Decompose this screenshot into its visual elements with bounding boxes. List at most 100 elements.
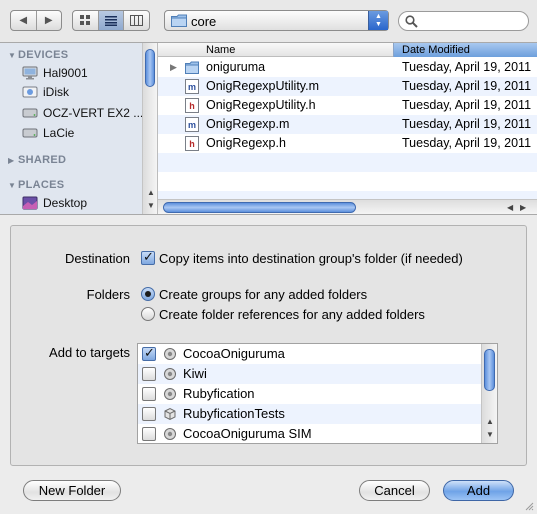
resize-grip-icon[interactable] [524,501,534,511]
scroll-down-icon[interactable]: ▼ [486,430,494,439]
cancel-button[interactable]: Cancel [359,480,430,501]
target-checkbox[interactable] [142,407,156,421]
forward-arrow-icon: ▶ [44,15,53,26]
target-row[interactable]: RubyficationTests [138,404,482,424]
column-view-button[interactable] [123,11,149,30]
sidebar-item-hal9001[interactable]: Hal9001 [22,64,142,82]
computer-icon [22,66,38,80]
forward-button[interactable]: ▶ [35,11,62,30]
header-file-icon: h [185,98,199,113]
target-checkbox[interactable]: ✓ [142,345,156,361]
sidebar-item-ocz-vertex2[interactable]: OCZ-VERT EX2 ... [22,104,143,122]
sidebar-section-devices[interactable]: ▼ DEVICES [8,49,68,61]
column-header-name[interactable]: Name [206,43,235,57]
target-row[interactable]: ✓ CocoaOniguruma [138,344,482,364]
disclosure-closed-icon[interactable]: ▶ [170,62,177,73]
path-popup[interactable]: core ▲ ▼ [164,10,389,31]
harddisk-icon [22,128,38,138]
copy-items-label[interactable]: Copy items into destination group's fold… [159,251,463,266]
checkmark-icon: ✓ [144,345,155,360]
disclosure-open-icon: ▼ [8,51,17,60]
search-field[interactable] [398,11,529,31]
empty-row [158,153,537,172]
target-checkbox[interactable] [142,427,156,441]
new-folder-button[interactable]: New Folder [23,480,121,501]
sidebar-scroll-thumb[interactable] [145,49,155,87]
scroll-up-icon[interactable]: ▲ [147,188,155,197]
create-groups-label[interactable]: Create groups for any added folders [159,287,367,302]
icon-view-button[interactable] [73,11,98,30]
disclosure-closed-icon: ▶ [8,156,15,165]
file-list: Name Date Modified ▶ oniguruma Tuesday, … [158,43,537,215]
view-mode-segment [72,10,150,31]
file-date: Tuesday, April 19, 2011 [402,98,532,112]
targets-scroll-thumb[interactable] [484,349,495,391]
column-view-icon [130,15,144,26]
popup-arrows-icon: ▲ ▼ [368,11,388,30]
file-browser: ▼ DEVICES Hal9001 iDisk OCZ-VERT EX2 ... … [0,42,537,215]
file-name: OnigRegexpUtility.h [206,98,316,112]
scroll-left-icon[interactable]: ◀ [507,203,513,212]
destination-label: Destination [64,251,130,266]
target-row[interactable]: CocoaOniguruma SIM [138,424,482,443]
file-row[interactable]: m OnigRegexpUtility.m Tuesday, April 19,… [158,77,537,96]
back-arrow-icon: ◀ [19,15,28,26]
scroll-right-icon[interactable]: ▶ [520,203,526,212]
target-bundle-icon [164,407,176,421]
target-name: CocoaOniguruma [183,346,285,361]
empty-row [158,191,537,199]
list-view-button[interactable] [97,11,124,30]
file-date: Tuesday, April 19, 2011 [402,79,532,93]
target-row[interactable]: Kiwi [138,364,482,384]
scroll-down-icon[interactable]: ▼ [147,201,155,210]
target-name: Rubyfication [183,386,255,401]
svg-text:h: h [189,101,195,111]
create-folder-references-label[interactable]: Create folder references for any added f… [159,307,425,322]
folder-icon [185,61,199,74]
target-app-icon [164,368,176,380]
create-folder-references-radio[interactable] [141,307,155,321]
checkmark-icon: ✓ [143,249,154,264]
sidebar-item-lacie[interactable]: LaCie [22,124,142,142]
add-to-targets-label: Add to targets [49,345,130,360]
idisk-icon [22,86,38,98]
svg-text:m: m [188,120,196,130]
file-row[interactable]: m OnigRegexp.m Tuesday, April 19, 2011 [158,115,537,134]
horizontal-scroll-thumb[interactable] [163,202,356,213]
file-row[interactable]: h OnigRegexp.h Tuesday, April 19, 2011 [158,134,537,153]
horizontal-scrollbar[interactable]: ◀ ▶ [158,199,537,215]
header-file-icon: h [185,136,199,151]
add-button[interactable]: Add [443,480,514,501]
target-checkbox[interactable] [142,367,156,381]
scroll-up-icon[interactable]: ▲ [486,417,494,426]
objc-source-file-icon: m [185,79,199,94]
target-name: RubyficationTests [183,406,285,421]
sidebar-scrollbar[interactable]: ▲ ▼ [142,43,157,215]
list-view-icon [105,15,117,26]
target-app-icon [164,348,176,360]
copy-items-checkbox[interactable]: ✓ [141,249,155,265]
sidebar-item-desktop[interactable]: Desktop [22,194,142,212]
file-name: OnigRegexp.m [206,117,290,131]
path-label: core [191,14,217,29]
toolbar: ◀ ▶ core ▲ ▼ [0,0,537,42]
sidebar-section-places[interactable]: ▼ PLACES [8,179,64,191]
sidebar-section-shared[interactable]: ▶ SHARED [8,154,66,166]
create-groups-radio[interactable] [141,287,155,301]
target-app-icon [164,388,176,400]
target-row[interactable]: Rubyfication [138,384,482,404]
targets-scrollbar[interactable]: ▲ ▼ [481,344,497,443]
search-icon [405,15,418,28]
back-button[interactable]: ◀ [11,11,36,30]
sidebar-item-idisk[interactable]: iDisk [22,83,142,101]
column-header-date-modified[interactable]: Date Modified [393,43,537,57]
sidebar: ▼ DEVICES Hal9001 iDisk OCZ-VERT EX2 ... … [0,43,158,215]
file-name: OnigRegexpUtility.m [206,79,320,93]
navigation-segment: ◀ ▶ [10,10,62,31]
file-row[interactable]: h OnigRegexpUtility.h Tuesday, April 19,… [158,96,537,115]
icon-view-icon [79,15,90,25]
file-row[interactable]: ▶ oniguruma Tuesday, April 19, 2011 [158,58,537,77]
splitter[interactable] [0,214,537,215]
target-checkbox[interactable] [142,387,156,401]
desktop-icon [22,196,38,210]
